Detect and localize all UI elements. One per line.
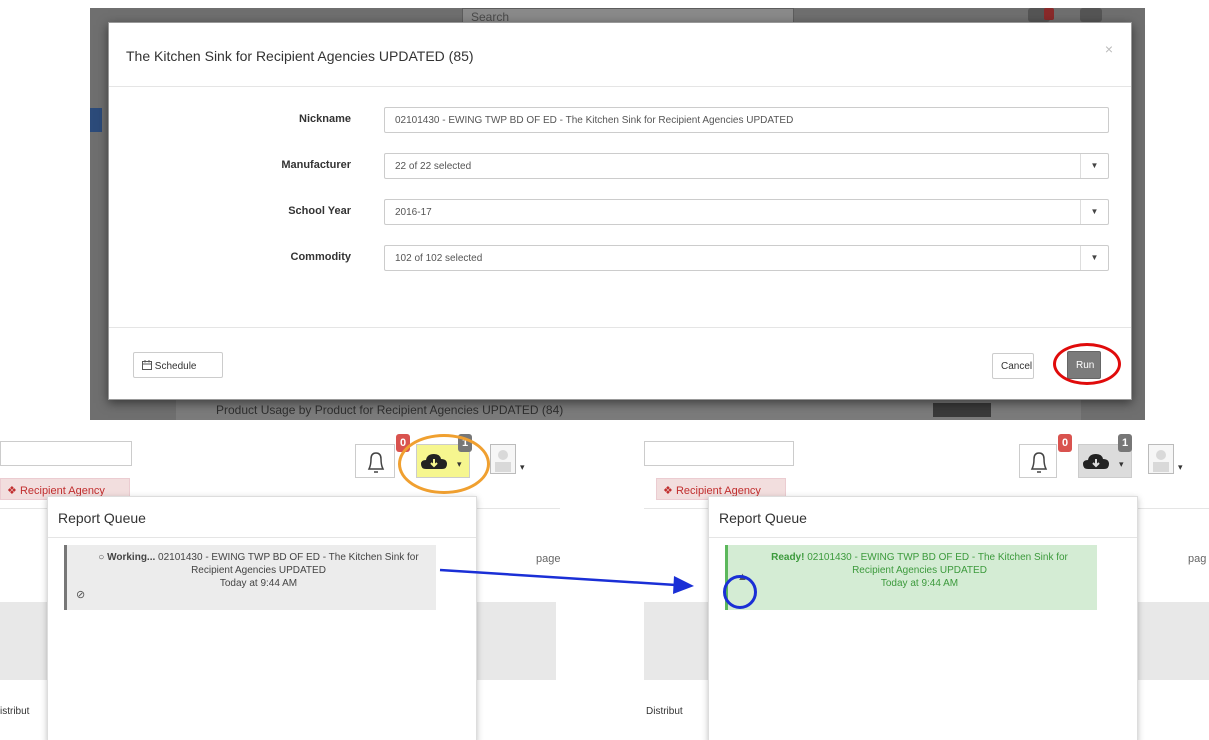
transition-arrow (439, 568, 694, 594)
